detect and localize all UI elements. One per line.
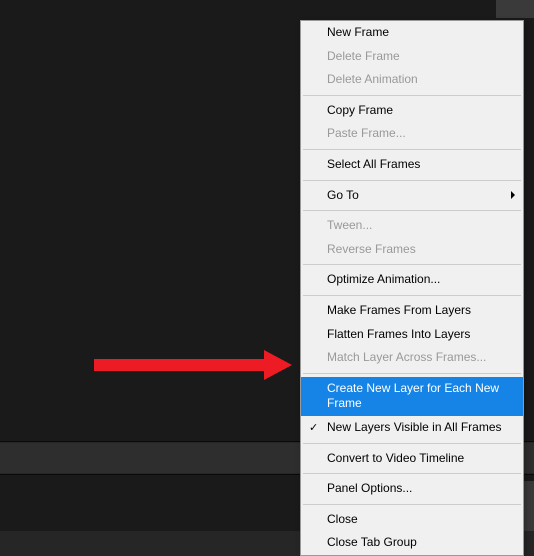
menu-item-optimize-animation[interactable]: Optimize Animation... xyxy=(301,268,523,292)
menu-item-delete-frame: Delete Frame xyxy=(301,45,523,69)
menu-item-delete-animation: Delete Animation xyxy=(301,68,523,92)
menu-separator xyxy=(303,504,521,505)
menu-item-close[interactable]: Close xyxy=(301,508,523,532)
menu-item-panel-options[interactable]: Panel Options... xyxy=(301,477,523,501)
menu-item-copy-frame[interactable]: Copy Frame xyxy=(301,99,523,123)
menu-item-convert-to-video-timeline[interactable]: Convert to Video Timeline xyxy=(301,447,523,471)
menu-separator xyxy=(303,149,521,150)
menu-item-close-tab-group[interactable]: Close Tab Group xyxy=(301,531,523,555)
menu-separator xyxy=(303,210,521,211)
menu-item-create-new-layer-for-each-new-frame[interactable]: Create New Layer for Each New Frame xyxy=(301,377,523,416)
menu-item-reverse-frames: Reverse Frames xyxy=(301,238,523,262)
menu-separator xyxy=(303,180,521,181)
checkmark-icon: ✓ xyxy=(309,421,318,435)
right-sidebar xyxy=(496,0,534,18)
menu-item-match-layer-across-frames: Match Layer Across Frames... xyxy=(301,346,523,370)
menu-separator xyxy=(303,473,521,474)
workspace: New FrameDelete FrameDelete Animation Cop… xyxy=(0,0,534,531)
chevron-right-icon xyxy=(511,191,515,199)
menu-separator xyxy=(303,264,521,265)
menu-item-new-layers-visible-in-all-frames[interactable]: ✓New Layers Visible in All Frames xyxy=(301,416,523,440)
menu-item-flatten-frames-into-layers[interactable]: Flatten Frames Into Layers xyxy=(301,323,523,347)
menu-item-tween: Tween... xyxy=(301,214,523,238)
annotation-arrow xyxy=(94,350,294,380)
menu-separator xyxy=(303,443,521,444)
menu-item-go-to[interactable]: Go To xyxy=(301,184,523,208)
menu-item-paste-frame: Paste Frame... xyxy=(301,122,523,146)
menu-item-select-all-frames[interactable]: Select All Frames xyxy=(301,153,523,177)
menu-item-new-frame[interactable]: New Frame xyxy=(301,21,523,45)
menu-separator xyxy=(303,95,521,96)
timeline-context-menu: New FrameDelete FrameDelete Animation Cop… xyxy=(300,20,524,556)
menu-separator xyxy=(303,295,521,296)
menu-item-make-frames-from-layers[interactable]: Make Frames From Layers xyxy=(301,299,523,323)
menu-separator xyxy=(303,373,521,374)
